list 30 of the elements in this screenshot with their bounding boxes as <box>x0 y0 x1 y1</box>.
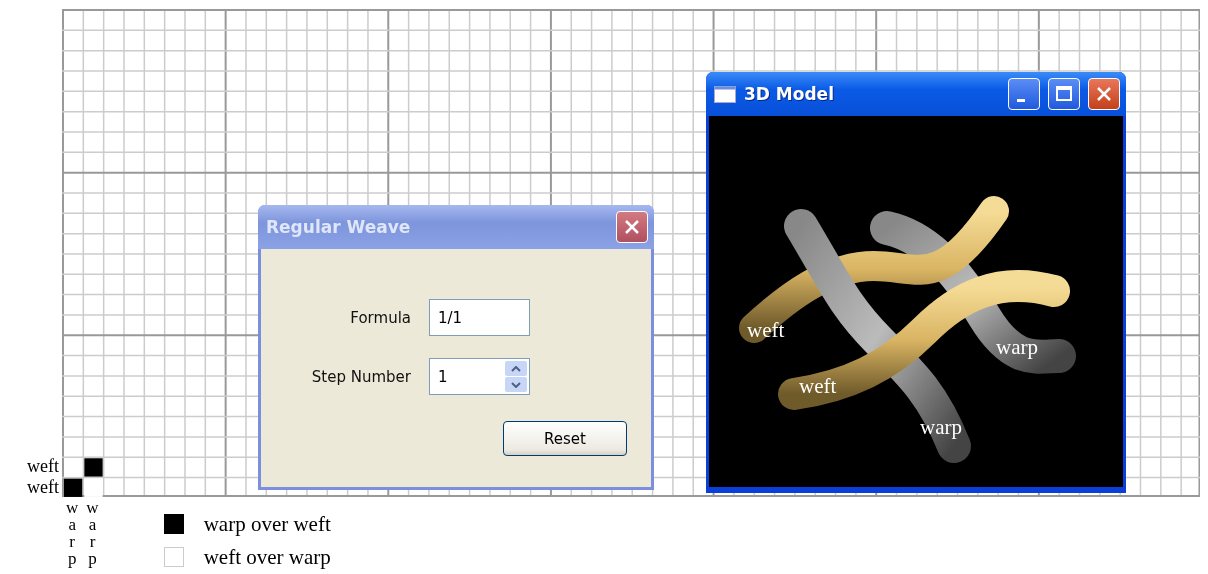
yarn-label: weft <box>747 318 785 343</box>
yarn-label: warp <box>920 415 962 440</box>
row-label: weft <box>26 456 60 477</box>
field-label: Step Number <box>310 367 411 386</box>
spin-down-button[interactable] <box>505 377 527 392</box>
field-label: Formula <box>349 308 411 327</box>
yarn-label: warp <box>996 335 1038 360</box>
minimize-button[interactable] <box>1008 78 1040 110</box>
maximize-icon <box>1055 85 1073 103</box>
close-icon <box>624 219 640 235</box>
yarn-label: weft <box>799 374 837 399</box>
reset-button[interactable]: Reset <box>503 421 627 456</box>
column-label: warp <box>86 496 99 570</box>
spinner-field[interactable]: 1 <box>429 358 530 395</box>
input-field[interactable]: 1/1 <box>429 299 530 336</box>
close-button[interactable] <box>1088 78 1120 110</box>
window-icon <box>714 85 736 103</box>
spinner-input[interactable]: 1 <box>430 367 503 386</box>
legend-label: warp over weft <box>203 511 331 537</box>
minimize-icon <box>1017 98 1025 102</box>
close-button[interactable] <box>616 211 648 243</box>
spin-up-button[interactable] <box>505 361 527 376</box>
row-label: weft <box>26 476 60 497</box>
column-label: warp <box>65 496 79 570</box>
close-icon <box>1096 86 1112 102</box>
window-title: 3D Model <box>744 84 835 104</box>
window-title: Regular Weave <box>266 217 412 237</box>
maximize-button[interactable] <box>1048 78 1080 110</box>
legend-label: weft over warp <box>203 544 331 570</box>
filled-cell[interactable] <box>84 458 103 477</box>
